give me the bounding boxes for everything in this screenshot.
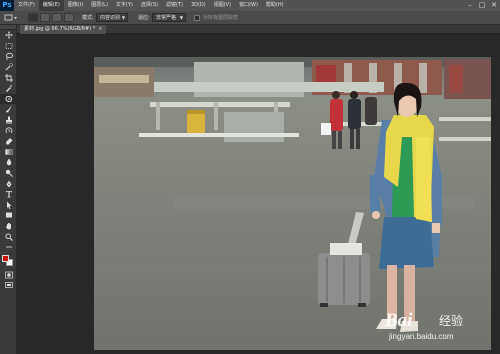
hand-tool[interactable] (0, 221, 17, 232)
path-select-icon (6, 201, 11, 209)
baidu-jingyan-watermark: Bai 经验 jingyan.baidu.com (385, 302, 497, 346)
maximize-button[interactable]: □ (476, 0, 488, 11)
pen-tool[interactable] (0, 178, 17, 189)
eraser-tool[interactable] (0, 136, 17, 147)
sample-all-layers-checkbox[interactable] (194, 15, 200, 21)
quick-mask-icon (4, 271, 13, 279)
history-brush-icon (5, 127, 12, 133)
dodge-tool[interactable] (0, 168, 17, 179)
close-button[interactable]: ✕ (488, 0, 500, 11)
type-icon (5, 191, 12, 198)
tools-panel (0, 25, 17, 354)
add-selection-button[interactable] (40, 13, 50, 22)
chevron-down-icon: ▼ (179, 15, 183, 20)
clone-stamp-icon (5, 116, 12, 124)
options-bar: 模式: 内容识别 ▼ 适应: 非常严格 ▼ 对所有图层取样 (0, 11, 500, 25)
quick-select-tool[interactable] (0, 62, 17, 73)
mode-label: 模式: (82, 15, 94, 21)
more-tools[interactable] (0, 242, 17, 253)
eraser-icon (5, 138, 12, 145)
path-select-tool[interactable] (0, 200, 17, 211)
move-tool[interactable] (0, 30, 17, 41)
tool-preset-icon[interactable] (4, 13, 18, 21)
blur-icon (6, 158, 11, 166)
menu-3d[interactable]: 3D(D) (187, 0, 210, 11)
history-brush-tool[interactable] (0, 125, 17, 136)
patch-icon (5, 95, 12, 102)
close-icon[interactable]: × (98, 26, 102, 32)
menu-type[interactable]: 文字(Y) (112, 0, 137, 11)
zoom-icon (4, 233, 13, 241)
clone-stamp-tool[interactable] (0, 115, 17, 126)
adapt-value: 非常严格 (156, 15, 177, 21)
window-controls: – □ ✕ (464, 0, 500, 11)
watermark-brand: Bai (385, 310, 413, 331)
subtract-selection-button[interactable] (52, 13, 62, 22)
blur-tool[interactable] (0, 157, 17, 168)
gradient-tool[interactable] (0, 147, 17, 158)
menu-filter[interactable]: 滤镜(T) (162, 0, 187, 11)
watermark-url: jingyan.baidu.com (389, 332, 454, 341)
menu-file[interactable]: 文件(F) (14, 0, 39, 11)
quick-mask-tool[interactable] (0, 269, 17, 280)
document-tab-title: 素材.jpg @ 66.7%(RGB/8#) * (24, 26, 96, 32)
brush-icon (5, 105, 12, 113)
type-tool[interactable] (0, 189, 17, 200)
chevron-down-icon: ▼ (121, 15, 125, 20)
document-tab[interactable]: 素材.jpg @ 66.7%(RGB/8#) * × (20, 25, 107, 34)
screen-mode-icon (4, 282, 13, 289)
new-selection-button[interactable] (28, 13, 38, 22)
ellipsis-icon (5, 246, 12, 248)
quick-select-icon (5, 63, 13, 71)
photoshop-logo: Ps (0, 0, 14, 11)
menu-window[interactable]: 窗口(W) (235, 0, 262, 11)
zoom-tool[interactable] (0, 231, 17, 242)
menu-bar: Ps 文件(F) 编辑(E) 图像(I) 图层(L) 文字(Y) 选择(S) 滤… (0, 0, 500, 11)
watermark-brand-cn: 经验 (439, 314, 464, 328)
shape-tool[interactable] (0, 210, 17, 221)
dodge-icon (5, 169, 13, 177)
marquee-icon (5, 42, 12, 49)
move-icon (4, 31, 13, 40)
menu-help[interactable]: 帮助(H) (262, 0, 288, 11)
adapt-select[interactable]: 非常严格 ▼ (152, 13, 186, 22)
intersect-selection-button[interactable] (64, 13, 74, 22)
eyedropper-tool[interactable] (0, 83, 17, 94)
eyedropper-icon (5, 85, 12, 93)
pen-icon (6, 180, 11, 188)
lasso-icon (5, 53, 13, 61)
menu-image[interactable]: 图像(I) (64, 0, 87, 11)
minimize-button[interactable]: – (464, 0, 476, 11)
screen-mode-tool[interactable] (0, 280, 17, 291)
shape-icon (5, 212, 12, 218)
crop-icon (4, 73, 13, 82)
brush-tool[interactable] (0, 104, 17, 115)
color-swatches[interactable] (0, 255, 17, 269)
foreground-color-swatch[interactable] (2, 255, 9, 263)
hand-icon (5, 222, 11, 230)
sample-all-layers-label: 对所有图层取样 (203, 15, 239, 21)
mode-value: 内容识别 (100, 15, 121, 21)
marquee-tool[interactable] (0, 41, 17, 52)
patch-tool[interactable] (0, 93, 17, 105)
mode-select[interactable]: 内容识别 ▼ (96, 13, 128, 22)
menu-view[interactable]: 视图(V) (210, 0, 235, 11)
menu-select[interactable]: 选择(S) (137, 0, 162, 11)
lasso-tool[interactable] (0, 51, 17, 62)
menu-layer[interactable]: 图层(L) (87, 0, 112, 11)
crop-tool[interactable] (0, 72, 17, 83)
gradient-icon (4, 149, 13, 155)
adapt-label: 适应: (138, 15, 150, 21)
document-tab-bar: 素材.jpg @ 66.7%(RGB/8#) * × (17, 25, 500, 34)
menu-edit[interactable]: 编辑(E) (38, 0, 64, 11)
